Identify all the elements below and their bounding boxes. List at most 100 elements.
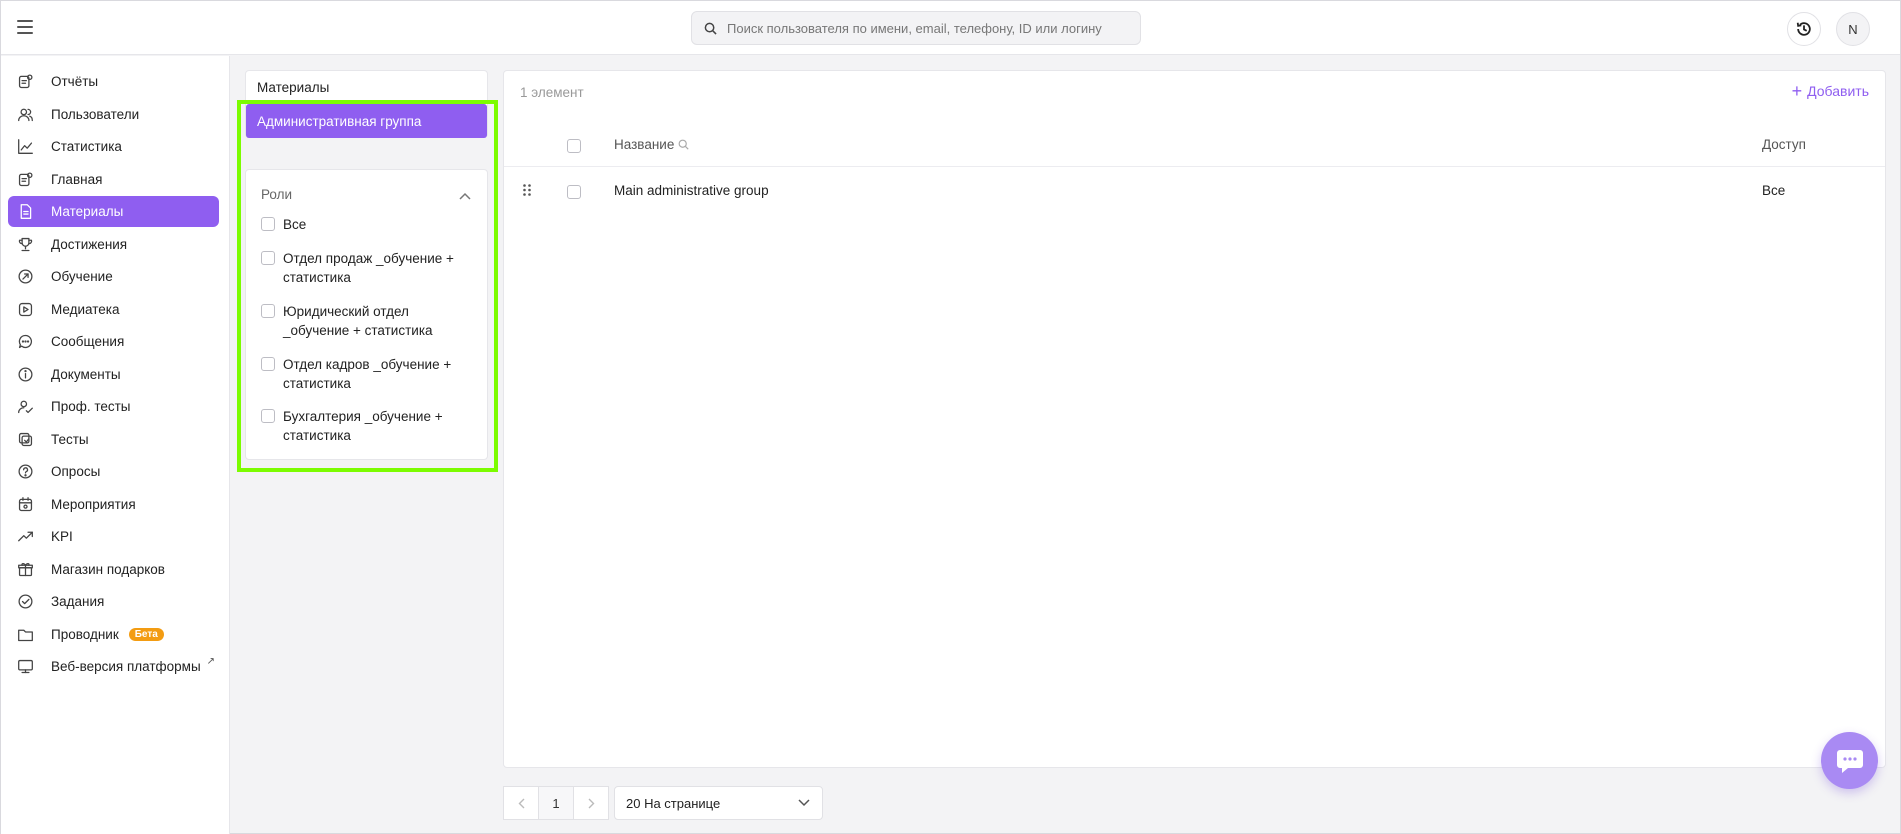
learning-icon xyxy=(16,268,34,286)
sidebar-item-14[interactable]: KPI xyxy=(8,521,219,552)
sidebar-item-label: Проводник xyxy=(51,627,119,642)
row-checkbox[interactable] xyxy=(567,185,581,199)
sidebar-item-1[interactable]: Пользователи xyxy=(8,99,219,130)
role-checkbox-accounting[interactable]: Бухгалтерия _обучение + статистика xyxy=(261,407,476,445)
sidebar-item-9[interactable]: Документы xyxy=(8,359,219,390)
message-icon xyxy=(16,333,34,351)
app-frame: N Отчёты Пользователи Статистика Главная Мат… xyxy=(0,0,1901,834)
column-name-label: Название xyxy=(614,137,675,152)
plus-icon: + xyxy=(1791,81,1803,101)
item-count: 1 элемент xyxy=(520,85,584,100)
role-checkbox-sales[interactable]: Отдел продаж _обучение + статистика xyxy=(261,249,476,287)
checkbox[interactable] xyxy=(261,357,275,371)
pagination: 1 xyxy=(503,786,609,820)
sidebar-item-0[interactable]: Отчёты xyxy=(8,66,219,97)
chat-icon xyxy=(1836,749,1863,773)
column-access: Доступ xyxy=(1762,137,1806,152)
table-row[interactable]: Main administrative group Все xyxy=(504,168,1885,214)
trophy-icon xyxy=(16,236,34,254)
next-page-button[interactable] xyxy=(573,786,609,820)
drag-handle-icon[interactable] xyxy=(522,183,532,200)
sidebar-item-label: Главная xyxy=(51,172,103,187)
checkbox[interactable] xyxy=(261,304,275,318)
checkbox[interactable] xyxy=(261,251,275,265)
sidebar-item-label: Задания xyxy=(51,594,105,609)
avatar-initial: N xyxy=(1848,21,1858,37)
page-number[interactable]: 1 xyxy=(538,786,574,820)
per-page-select[interactable]: 20 На странице xyxy=(614,786,823,820)
user-check-icon xyxy=(16,398,34,416)
groups-title: Материалы xyxy=(257,80,330,95)
search-icon[interactable] xyxy=(678,139,689,150)
table-header: Название Доступ xyxy=(504,122,1885,167)
chat-button[interactable] xyxy=(1821,732,1878,789)
external-link-icon: ↗ xyxy=(206,656,216,667)
role-checkbox-hr[interactable]: Отдел кадров _обучение + статистика xyxy=(261,355,476,393)
sidebar-item-5[interactable]: Достижения xyxy=(8,229,219,260)
chevron-right-icon xyxy=(588,798,594,808)
search-input[interactable] xyxy=(727,20,1127,36)
check-circle-icon xyxy=(16,593,34,611)
sidebar-item-label: Статистика xyxy=(51,139,122,154)
sidebar-item-6[interactable]: Обучение xyxy=(8,261,219,292)
media-icon xyxy=(16,301,34,319)
monitor-icon xyxy=(16,658,34,676)
column-name[interactable]: Название xyxy=(614,137,689,152)
role-label: Все xyxy=(283,217,307,232)
history-icon xyxy=(1796,22,1811,36)
sidebar-item-4[interactable]: Материалы xyxy=(8,196,219,227)
prev-page-button[interactable] xyxy=(503,786,539,820)
select-all-checkbox[interactable] xyxy=(567,139,581,153)
trend-icon xyxy=(16,528,34,546)
folder-icon xyxy=(16,626,34,644)
role-checkbox-all[interactable]: Все xyxy=(261,215,476,234)
document-icon xyxy=(16,203,34,221)
add-button[interactable]: + Добавить xyxy=(1791,81,1869,101)
role-label: Бухгалтерия _обучение + статистика xyxy=(283,409,443,443)
sidebar-item-15[interactable]: Магазин подарков xyxy=(8,554,219,585)
sidebar-item-label: Тесты xyxy=(51,432,89,447)
role-label: Отдел продаж _обучение + статистика xyxy=(283,251,454,285)
sidebar-item-18[interactable]: Веб-версия платформы ↗ xyxy=(8,651,219,682)
home-icon xyxy=(16,171,34,189)
roles-title: Роли xyxy=(261,187,293,202)
question-icon xyxy=(16,463,34,481)
group-item-active[interactable]: Административная группа xyxy=(246,104,487,138)
sidebar-item-label: Проф. тесты xyxy=(51,399,131,414)
sidebar-item-11[interactable]: Тесты xyxy=(8,424,219,455)
sidebar-item-3[interactable]: Главная xyxy=(8,164,219,195)
chevron-up-icon[interactable] xyxy=(459,188,471,203)
role-checkbox-legal[interactable]: Юридический отдел _обучение + статистика xyxy=(261,302,476,340)
info-icon xyxy=(16,366,34,384)
sidebar-item-label: Медиатека xyxy=(51,302,120,317)
users-icon xyxy=(16,106,34,124)
sidebar-item-13[interactable]: Мероприятия xyxy=(8,489,219,520)
beta-badge: Бета xyxy=(128,628,164,641)
checkbox[interactable] xyxy=(261,217,275,231)
history-button[interactable] xyxy=(1787,12,1821,46)
sidebar-item-label: Сообщения xyxy=(51,334,125,349)
sidebar-item-12[interactable]: Опросы xyxy=(8,456,219,487)
checkbox[interactable] xyxy=(261,409,275,423)
menu-icon[interactable] xyxy=(17,20,33,34)
avatar[interactable]: N xyxy=(1836,12,1870,46)
test-icon xyxy=(16,431,34,449)
sidebar: Отчёты Пользователи Статистика Главная Матер… xyxy=(1,56,230,834)
gift-icon xyxy=(16,561,34,579)
sidebar-item-label: Достижения xyxy=(51,237,128,252)
row-name[interactable]: Main administrative group xyxy=(614,183,769,198)
add-label: Добавить xyxy=(1807,83,1869,99)
sidebar-item-7[interactable]: Медиатека xyxy=(8,294,219,325)
sidebar-item-8[interactable]: Сообщения xyxy=(8,326,219,357)
sidebar-item-label: Документы xyxy=(51,367,121,382)
chart-icon xyxy=(16,138,34,156)
user-search[interactable] xyxy=(691,11,1141,45)
role-label: Отдел кадров _обучение + статистика xyxy=(283,357,452,391)
sidebar-item-10[interactable]: Проф. тесты xyxy=(8,391,219,422)
sidebar-item-16[interactable]: Задания xyxy=(8,586,219,617)
sidebar-item-17[interactable]: Проводник Бета xyxy=(8,619,219,650)
chevron-down-icon xyxy=(798,799,810,807)
role-label: Юридический отдел _обучение + статистика xyxy=(283,304,433,338)
sidebar-item-label: Веб-версия платформы xyxy=(51,659,201,674)
sidebar-item-2[interactable]: Статистика xyxy=(8,131,219,162)
